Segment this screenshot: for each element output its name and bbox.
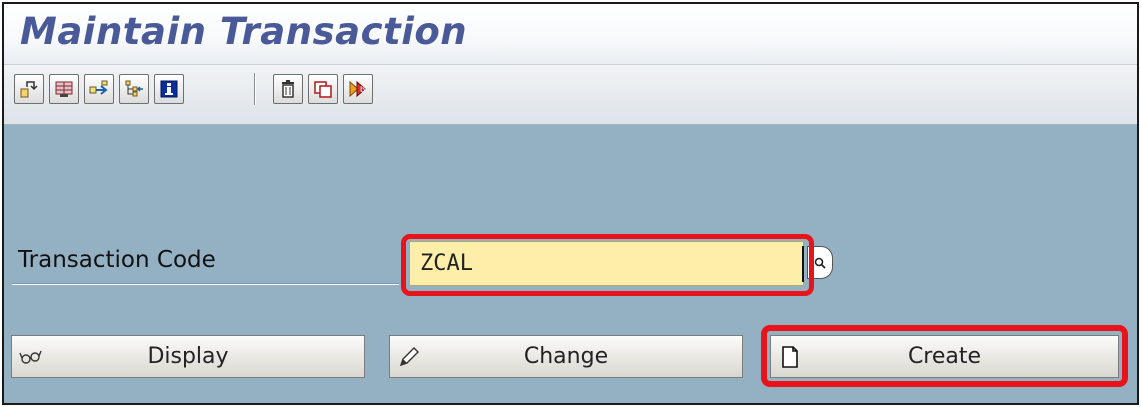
display-button-label: Display bbox=[147, 344, 229, 369]
transaction-code-label: Transaction Code bbox=[18, 247, 216, 273]
create-button-highlight bbox=[761, 325, 1128, 387]
rename-icon: b bbox=[349, 80, 366, 98]
delete-button[interactable] bbox=[273, 74, 303, 104]
delete-icon bbox=[282, 80, 294, 98]
transfer-icon bbox=[89, 80, 108, 95]
other-object-button[interactable] bbox=[14, 74, 44, 104]
label-underline bbox=[12, 283, 399, 285]
create-list-button[interactable] bbox=[49, 74, 79, 104]
information-icon bbox=[160, 80, 178, 98]
search-icon bbox=[814, 257, 826, 269]
information-button[interactable] bbox=[154, 74, 184, 104]
copy-button[interactable] bbox=[308, 74, 338, 104]
change-button-label: Change bbox=[523, 344, 609, 369]
screen-title: Maintain Transaction bbox=[20, 10, 468, 53]
display-button[interactable]: Display bbox=[11, 335, 365, 378]
transfer-button[interactable] bbox=[84, 74, 114, 104]
hierarchy-button[interactable] bbox=[119, 74, 149, 104]
toolbar-separator bbox=[254, 73, 256, 105]
title-bar: Maintain Transaction bbox=[4, 4, 1137, 65]
svg-text:b: b bbox=[360, 85, 365, 94]
sap-window: Maintain Transaction b Transaction Code … bbox=[2, 2, 1139, 405]
transaction-code-highlight bbox=[401, 234, 814, 296]
change-button[interactable]: Change bbox=[389, 335, 743, 378]
copy-icon bbox=[314, 81, 332, 98]
hierarchy-icon bbox=[125, 80, 143, 97]
application-toolbar: b bbox=[4, 65, 1137, 125]
create-list-icon bbox=[55, 81, 73, 97]
other-object-icon bbox=[20, 81, 38, 98]
rename-button[interactable]: b bbox=[343, 74, 373, 104]
